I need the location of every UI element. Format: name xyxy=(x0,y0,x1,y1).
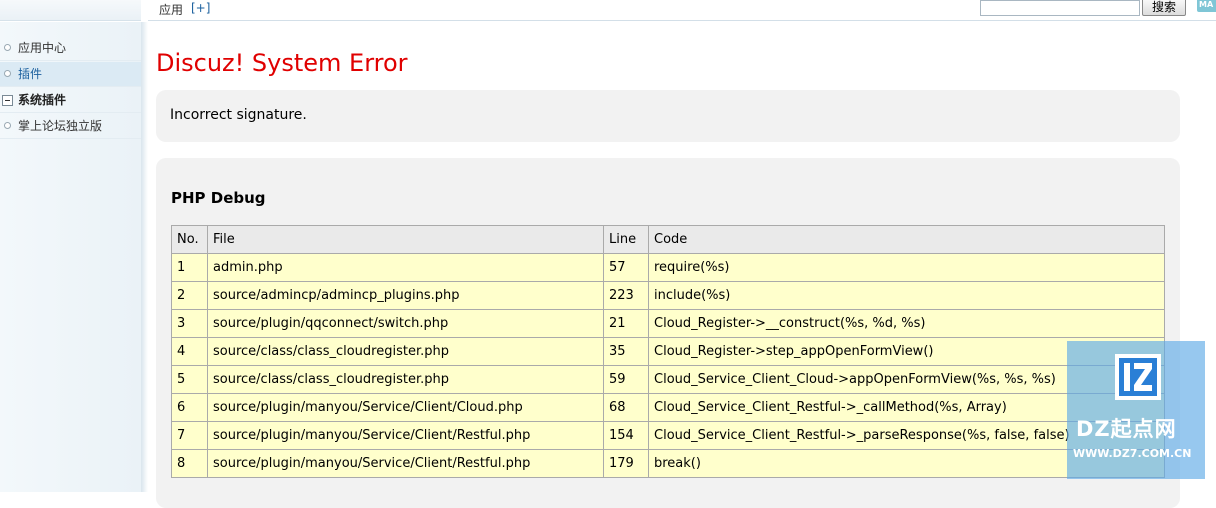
top-bar-divider xyxy=(148,20,1216,21)
column-header: No. xyxy=(171,225,208,254)
table-row: 2 source/admincp/admincp_plugins.php 223 in… xyxy=(171,281,1165,310)
table-cell: require(%s) xyxy=(648,253,1165,282)
table-cell: 57 xyxy=(603,253,649,282)
error-message: Incorrect signature. xyxy=(170,107,307,123)
table-cell: 8 xyxy=(171,449,208,478)
map-badge[interactable]: MA xyxy=(1197,0,1216,12)
table-row: 4 source/class/class_cloudregister.php 35 C… xyxy=(171,337,1165,366)
bullet-icon xyxy=(4,122,11,129)
table-row: 3 source/plugin/qqconnect/switch.php 21 Clo… xyxy=(171,309,1165,338)
sidebar-item-1[interactable]: 插件 xyxy=(0,62,141,87)
add-shortcut-link[interactable]: [+] xyxy=(191,1,210,15)
dz7-logo-icon xyxy=(1115,354,1161,400)
sidebar-item-0[interactable]: 应用中心 xyxy=(0,36,141,61)
sidebar: 应用中心插件系统插件掌上论坛独立版 xyxy=(0,22,148,492)
debug-table-header: No. File Line Code xyxy=(171,225,1165,254)
top-bar: 应用 [+] 搜索 MA xyxy=(0,0,1216,21)
table-cell: source/plugin/manyou/Service/Client/Rest… xyxy=(207,421,604,450)
table-row: 7 source/plugin/manyou/Service/Client/Res… xyxy=(171,421,1165,450)
table-cell: 6 xyxy=(171,393,208,422)
error-message-panel: Incorrect signature. xyxy=(156,90,1180,142)
sidebar-item-3[interactable]: 掌上论坛独立版 xyxy=(0,114,141,139)
sidebar-shadow xyxy=(141,22,148,492)
table-cell: 7 xyxy=(171,421,208,450)
debug-table: No. File Line Code 1 admin.php 57 require(%s) 2… xyxy=(171,225,1165,478)
table-cell: source/class/class_cloudregister.php xyxy=(207,365,604,394)
main-content: Discuz! System Error Incorrect signature… xyxy=(148,22,1216,508)
table-cell: source/plugin/qqconnect/switch.php xyxy=(207,309,604,338)
table-row: 5 source/class/class_cloudregister.php 59 C… xyxy=(171,365,1165,394)
column-header: Line xyxy=(603,225,649,254)
php-debug-panel: PHP Debug No. File Line Code 1 admin.php 57 re… xyxy=(156,158,1180,508)
table-row: 8 source/plugin/manyou/Service/Client/Res… xyxy=(171,449,1165,478)
table-cell: source/admincp/admincp_plugins.php xyxy=(207,281,604,310)
watermark-url: WWW.DZ7.COM.CN xyxy=(1073,447,1192,460)
bullet-icon xyxy=(4,44,11,51)
sidebar-item-label: 系统插件 xyxy=(18,93,67,107)
watermark-logo: DZ起点网 WWW.DZ7.COM.CN xyxy=(1067,341,1205,479)
sidebar-item-2[interactable]: 系统插件 xyxy=(0,88,141,113)
table-cell: admin.php xyxy=(207,253,604,282)
table-cell: 21 xyxy=(603,309,649,338)
table-cell: 4 xyxy=(171,337,208,366)
table-cell: 179 xyxy=(603,449,649,478)
table-cell: 1 xyxy=(171,253,208,282)
table-cell: source/plugin/manyou/Service/Client/Rest… xyxy=(207,449,604,478)
top-bar-left-strip xyxy=(0,0,141,21)
table-cell: 68 xyxy=(603,393,649,422)
error-title: Discuz! System Error xyxy=(156,49,408,77)
table-cell: include(%s) xyxy=(648,281,1165,310)
breadcrumb-app-label: 应用 xyxy=(159,3,184,17)
sidebar-item-label: 应用中心 xyxy=(18,41,67,55)
table-row: 6 source/plugin/manyou/Service/Client/Clo… xyxy=(171,393,1165,422)
sidebar-item-label: 插件 xyxy=(18,67,43,81)
search-input[interactable] xyxy=(980,0,1140,16)
table-cell: Cloud_Register->__construct(%s, %d, %s) xyxy=(648,309,1165,338)
column-header: Code xyxy=(648,225,1165,254)
collapse-toggle-icon[interactable] xyxy=(2,95,13,106)
table-cell: 2 xyxy=(171,281,208,310)
sidebar-item-label: 掌上论坛独立版 xyxy=(18,119,103,133)
table-cell: 35 xyxy=(603,337,649,366)
table-cell: 154 xyxy=(603,421,649,450)
table-row: 1 admin.php 57 require(%s) xyxy=(171,253,1165,282)
table-cell: 3 xyxy=(171,309,208,338)
column-header: File xyxy=(207,225,604,254)
table-cell: source/class/class_cloudregister.php xyxy=(207,337,604,366)
table-cell: source/plugin/manyou/Service/Client/Clou… xyxy=(207,393,604,422)
table-cell: 223 xyxy=(603,281,649,310)
watermark-name: DZ起点网 xyxy=(1076,417,1177,441)
php-debug-heading: PHP Debug xyxy=(171,189,266,207)
table-cell: 5 xyxy=(171,365,208,394)
table-cell: 59 xyxy=(603,365,649,394)
search-button[interactable]: 搜索 xyxy=(1142,0,1186,16)
bullet-icon xyxy=(4,70,11,77)
